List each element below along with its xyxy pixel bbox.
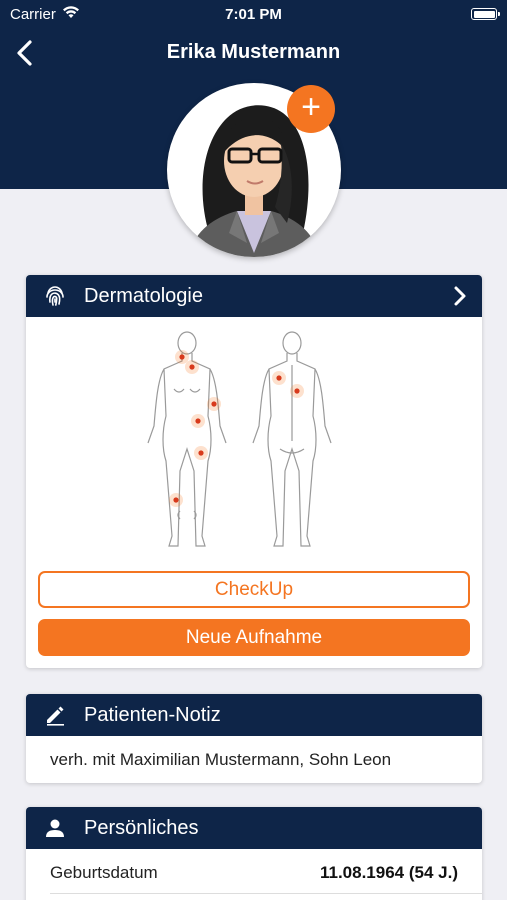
patient-note-text[interactable]: verh. mit Maximilian Mustermann, Sohn Le… xyxy=(50,750,391,770)
birthdate-label: Geburtsdatum xyxy=(50,863,158,882)
battery-icon xyxy=(471,8,500,20)
body-map[interactable] xyxy=(132,331,382,561)
fingerprint-icon xyxy=(46,286,64,306)
dermatology-title: Dermatologie xyxy=(84,285,203,307)
status-time: 7:01 PM xyxy=(225,6,282,23)
chevron-right-icon[interactable] xyxy=(450,285,470,307)
personal-card: Persönliches Geburtsdatum 11.08.1964 (54… xyxy=(26,807,482,900)
new-recording-button[interactable]: Neue Aufnahme xyxy=(38,619,470,656)
birthdate-value: 11.08.1964 (54 J.) xyxy=(319,863,458,882)
dermatology-header[interactable]: Dermatologie xyxy=(26,275,482,317)
status-bar: Carrier 7:01 PM xyxy=(0,0,507,28)
add-photo-button[interactable]: + xyxy=(287,85,335,133)
page-title: Erika Mustermann xyxy=(166,41,341,63)
patient-note-title: Patienten-Notiz xyxy=(84,704,221,726)
patient-note-card: Patienten-Notiz verh. mit Maximilian Mus… xyxy=(26,694,482,783)
pencil-icon xyxy=(47,706,64,726)
patient-note-header: Patienten-Notiz xyxy=(26,694,482,736)
person-icon xyxy=(46,819,64,837)
checkup-button[interactable]: CheckUp xyxy=(38,571,470,608)
row-divider xyxy=(50,893,482,894)
personal-header: Persönliches xyxy=(26,807,482,849)
body-back-figure xyxy=(252,331,332,547)
personal-title: Persönliches xyxy=(84,817,199,839)
dermatology-card: Dermatologie CheckUp Neue Aufnahme xyxy=(26,275,482,668)
lesion-markers xyxy=(169,350,304,507)
